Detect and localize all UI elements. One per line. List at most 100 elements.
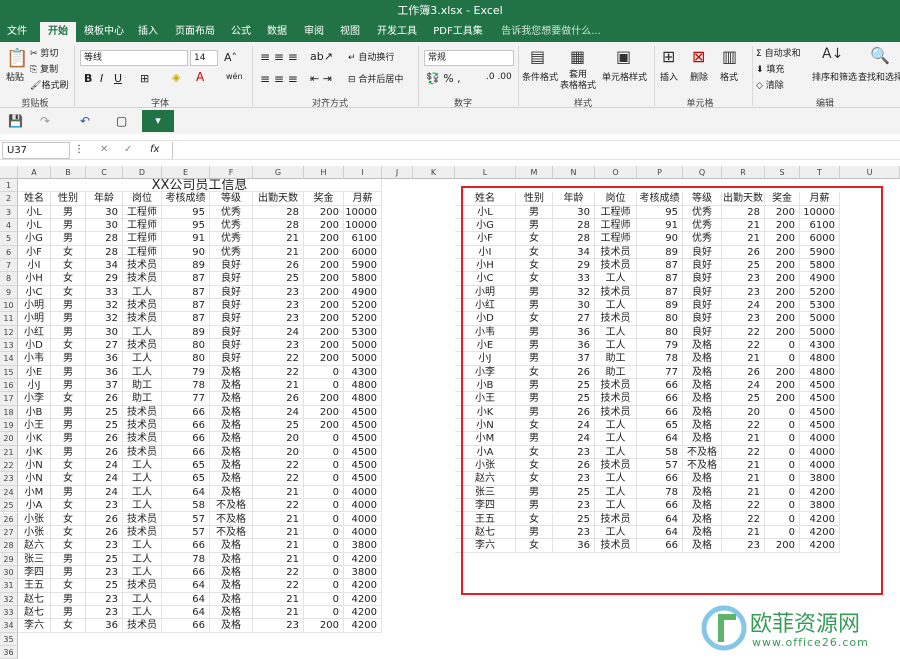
table-cell[interactable]: 36 <box>86 365 123 380</box>
underline-button[interactable]: U <box>114 72 122 85</box>
table-cell[interactable]: 女 <box>51 579 86 593</box>
row-header[interactable]: 28 <box>0 539 18 553</box>
table-cell[interactable]: 及格 <box>210 605 253 620</box>
tell-me-search[interactable]: 告诉我您想要做什么... <box>496 22 606 42</box>
table-cell[interactable]: 21 <box>253 592 304 606</box>
cut-button[interactable]: ✂ 剪切 <box>30 46 58 59</box>
table-cell[interactable]: 77 <box>162 392 210 406</box>
table-cell[interactable]: 技术员 <box>123 525 162 540</box>
redo-icon[interactable]: ↷ <box>40 114 50 128</box>
row-header[interactable]: 5 <box>0 232 18 246</box>
table-cell[interactable]: 25 <box>253 419 304 433</box>
table-cell[interactable]: 及格 <box>210 405 253 420</box>
table-cell[interactable]: 小王 <box>18 419 51 433</box>
table-cell[interactable]: 0 <box>304 379 344 393</box>
table-cell[interactable]: 64 <box>162 592 210 606</box>
column-label[interactable]: 年龄 <box>86 192 123 206</box>
row-header[interactable]: 29 <box>0 552 18 566</box>
table-cell[interactable]: 助工 <box>123 392 162 406</box>
table-cell[interactable]: 优秀 <box>210 232 253 246</box>
table-cell[interactable]: 65 <box>162 472 210 486</box>
table-cell[interactable]: 22 <box>253 499 304 513</box>
table-cell[interactable]: 工人 <box>123 539 162 553</box>
table-cell[interactable]: 24 <box>253 325 304 340</box>
save-icon[interactable]: 💾 <box>8 114 23 128</box>
number-format-select[interactable]: 常规 <box>424 50 514 66</box>
row-header[interactable]: 2 <box>0 192 18 206</box>
phonetic-button[interactable]: wén <box>226 72 243 81</box>
table-cell[interactable]: 技术员 <box>123 339 162 353</box>
table-cell[interactable]: 小B <box>18 405 51 420</box>
row-header[interactable]: 30 <box>0 565 18 580</box>
table-cell[interactable]: 26 <box>86 432 123 446</box>
table-cell[interactable]: 0 <box>304 512 344 526</box>
table-cell[interactable]: 及格 <box>210 552 253 566</box>
column-header[interactable]: O <box>595 166 637 179</box>
table-cell[interactable]: 22 <box>253 352 304 366</box>
table-cell[interactable]: 小韦 <box>18 352 51 366</box>
table-cell[interactable]: 4200 <box>344 605 382 620</box>
table-cell[interactable]: 20 <box>253 445 304 460</box>
row-header[interactable]: 22 <box>0 459 18 473</box>
table-cell[interactable]: 23 <box>86 565 123 580</box>
table-cell[interactable]: 5200 <box>344 299 382 313</box>
table-cell[interactable]: 26 <box>86 512 123 526</box>
table-cell[interactable]: 小M <box>18 485 51 500</box>
table-cell[interactable]: 4500 <box>344 419 382 433</box>
table-cell[interactable]: 200 <box>304 419 344 433</box>
row-header[interactable]: 10 <box>0 299 18 313</box>
table-cell[interactable]: 87 <box>162 299 210 313</box>
table-cell[interactable]: 200 <box>304 259 344 273</box>
table-cell[interactable]: 工人 <box>123 605 162 620</box>
cell-styles-icon[interactable]: ▣ <box>616 47 631 66</box>
table-cell[interactable]: 男 <box>51 219 86 233</box>
table-cell[interactable]: 23 <box>86 592 123 606</box>
table-cell[interactable]: 4500 <box>344 459 382 473</box>
table-cell[interactable]: 小李 <box>18 392 51 406</box>
table-cell[interactable]: 200 <box>304 325 344 340</box>
table-cell[interactable]: 22 <box>253 365 304 380</box>
table-cell[interactable]: 男 <box>51 379 86 393</box>
table-cell[interactable]: 4200 <box>344 579 382 593</box>
table-cell[interactable]: 女 <box>51 272 86 286</box>
table-cell[interactable]: 良好 <box>210 285 253 300</box>
table-cell[interactable]: 28 <box>253 219 304 233</box>
format-cells-icon[interactable]: ▥ <box>722 47 737 66</box>
table-cell[interactable]: 89 <box>162 325 210 340</box>
tab-file[interactable]: 文件 <box>2 22 32 42</box>
delete-cells-button[interactable]: 删除 <box>690 70 708 83</box>
table-cell[interactable]: 5000 <box>344 352 382 366</box>
table-cell[interactable]: 及格 <box>210 472 253 486</box>
column-header[interactable]: C <box>86 166 123 179</box>
table-cell[interactable]: 10000 <box>344 219 382 233</box>
table-cell[interactable]: 4000 <box>344 485 382 500</box>
table-cell[interactable]: 男 <box>51 299 86 313</box>
decimal-icon[interactable]: .0 .00 <box>486 72 512 82</box>
table-cell[interactable]: 0 <box>304 539 344 553</box>
table-cell[interactable]: 女 <box>51 525 86 540</box>
table-cell[interactable]: 小F <box>18 245 51 260</box>
table-cell[interactable]: 22 <box>253 565 304 580</box>
formula-input[interactable] <box>172 142 898 159</box>
table-cell[interactable]: 男 <box>51 485 86 500</box>
table-cell[interactable]: 25 <box>86 419 123 433</box>
column-label[interactable]: 等级 <box>210 192 253 206</box>
table-cell[interactable]: 及格 <box>210 619 253 633</box>
table-cell[interactable]: 58 <box>162 499 210 513</box>
row-header[interactable]: 19 <box>0 419 18 433</box>
table-format-button[interactable]: 套用 表格格式 <box>560 70 596 92</box>
column-header[interactable]: A <box>18 166 51 179</box>
table-cell[interactable]: 21 <box>253 379 304 393</box>
table-cell[interactable]: 小E <box>18 365 51 380</box>
table-cell[interactable]: 良好 <box>210 272 253 286</box>
table-cell[interactable]: 女 <box>51 285 86 300</box>
table-cell[interactable]: 4200 <box>344 592 382 606</box>
table-cell[interactable]: 工人 <box>123 352 162 366</box>
table-cell[interactable]: 女 <box>51 539 86 553</box>
table-cell[interactable]: 30 <box>86 205 123 219</box>
table-cell[interactable]: 赵六 <box>18 539 51 553</box>
table-cell[interactable]: 工程师 <box>123 205 162 219</box>
row-header[interactable]: 32 <box>0 592 18 606</box>
table-cell[interactable]: 不及格 <box>210 525 253 540</box>
table-cell[interactable]: 工人 <box>123 325 162 340</box>
